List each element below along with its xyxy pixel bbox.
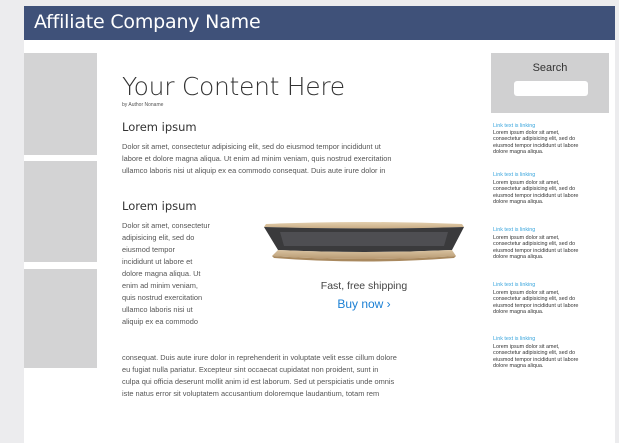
sidebar-blurb: Lorem ipsum dolor sit amet, consectetur … (493, 344, 611, 369)
paragraph-line: labore et dolore magna aliqua. Ut enim a… (122, 154, 392, 163)
sidebar-blurb: Lorem ipsum dolor sit amet, consectetur … (493, 290, 611, 315)
sidebar-blurb: Lorem ipsum dolor sit amet, consectetur … (493, 235, 611, 260)
sidebar-link[interactable]: Link text is linking (493, 282, 535, 288)
article-title: Your Content Here (122, 72, 345, 101)
paragraph-line: Dolor sit amet, consectetur adipisicing … (122, 142, 381, 151)
sidebar-blurb: Lorem ipsum dolor sit amet, consectetur … (493, 130, 611, 155)
sidebar-link[interactable]: Link text is linking (493, 172, 535, 178)
paragraph-line: quis nostrud exercitation (122, 293, 203, 302)
sidebar-blurb: Lorem ipsum dolor sit amet, consectetur … (493, 180, 611, 205)
section-2-narrow-paragraph: Dolor sit amet, consectetur adipisicing … (122, 220, 252, 328)
article-byline: by Author Noname (122, 102, 164, 108)
paragraph-line: enim ad minim veniam, (122, 281, 198, 290)
paragraph-line: eiusmod tempor (122, 245, 175, 254)
search-panel: Search (491, 53, 609, 113)
paragraph-line: consequat. Duis aute irure dolor in repr… (122, 353, 397, 362)
blurb-line: dolore magna aliqua. (493, 253, 544, 260)
paragraph-line: iste natus error sit voluptatem accusant… (122, 389, 380, 398)
left-ad-block-2 (24, 161, 97, 262)
paragraph-line: ullamco laboris nisi ut (122, 305, 193, 314)
search-input[interactable] (514, 81, 588, 96)
paragraph-line: adipisicing elit, sed do (122, 233, 195, 242)
search-label: Search (532, 62, 568, 74)
sidebar-link[interactable]: Link text is linking (493, 336, 535, 342)
site-header: Affiliate Company Name (24, 6, 615, 40)
buy-now-link[interactable]: Buy now › (260, 297, 468, 311)
left-ad-block-3 (24, 269, 97, 368)
company-name[interactable]: Affiliate Company Name (34, 11, 261, 33)
section-1-paragraph: Dolor sit amet, consectetur adipisicing … (122, 141, 482, 177)
blurb-line: dolore magna aliqua. (493, 148, 544, 155)
section-2-wide-paragraph: consequat. Duis aute irure dolor in repr… (122, 352, 492, 400)
laptop-product-image[interactable] (260, 216, 468, 268)
section-heading-2: Lorem ipsum (122, 199, 197, 213)
paragraph-line: Dolor sit amet, consectetur (122, 221, 210, 230)
blurb-line: dolore magna aliqua. (493, 198, 544, 205)
sidebar-link[interactable]: Link text is linking (493, 123, 535, 129)
paragraph-line: culpa qui officia deserunt mollit anim i… (122, 377, 395, 386)
page: Affiliate Company Name Your Content Here… (24, 6, 615, 443)
paragraph-line: eu fugiat nulla pariatur. Excepteur sint… (122, 365, 379, 374)
paragraph-line: incididunt ut labore et (122, 257, 193, 266)
sidebar-link[interactable]: Link text is linking (493, 227, 535, 233)
paragraph-line: aliquip ex ea commodo (122, 317, 199, 326)
blurb-line: dolore magna aliqua. (493, 362, 544, 369)
left-ad-block-1 (24, 53, 97, 155)
section-heading-1: Lorem ipsum (122, 120, 197, 134)
paragraph-line: ullamco laboris nisi ut aliquip ex ea co… (122, 166, 386, 175)
blurb-line: dolore magna aliqua. (493, 308, 544, 315)
paragraph-line: dolore magna aliqua. Ut (122, 269, 201, 278)
shipping-text: Fast, free shipping (320, 280, 408, 292)
